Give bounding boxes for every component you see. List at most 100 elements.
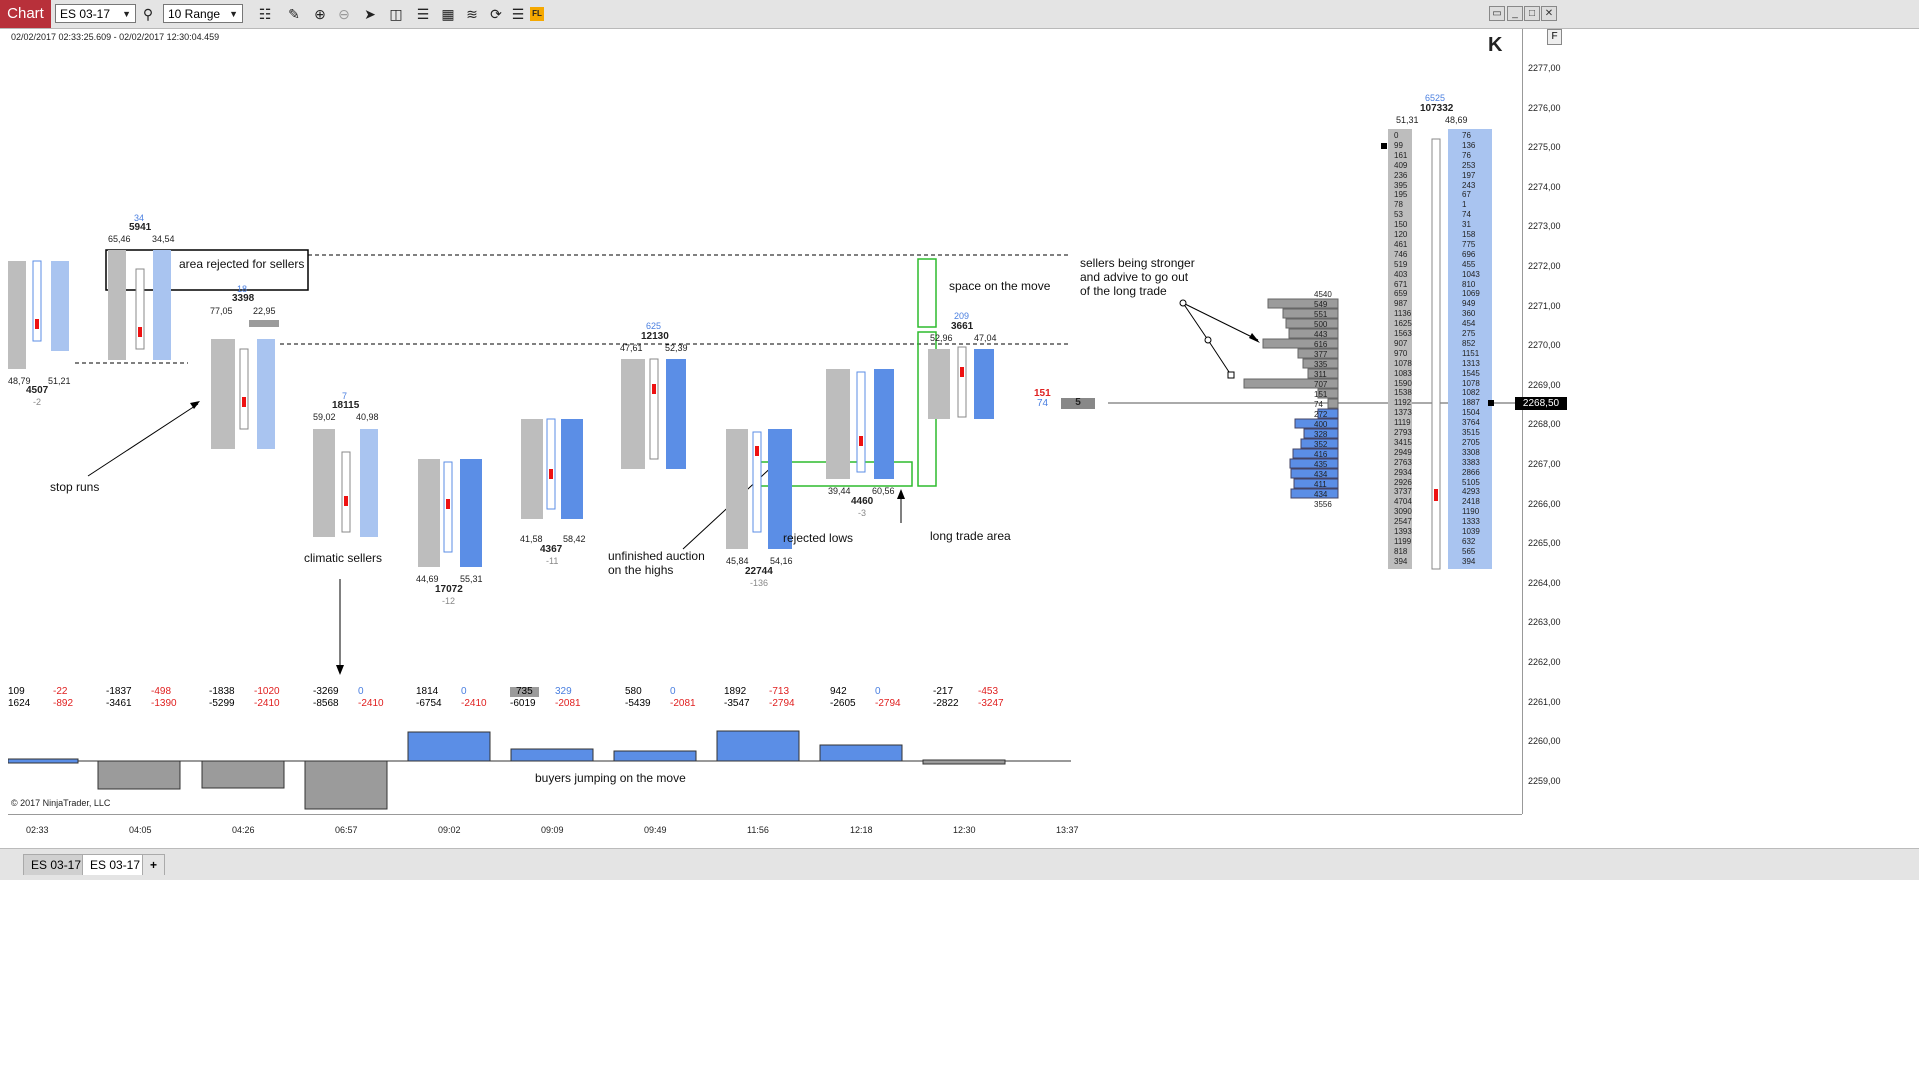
bar-delta: 6525 (1425, 93, 1446, 103)
ladder-ask: 74 (1462, 210, 1471, 220)
window-tile-icon[interactable]: ▭ (1489, 6, 1505, 21)
zoom-in-icon[interactable]: ⊕ (310, 4, 330, 24)
cum-delta-value: -2794 (769, 698, 795, 709)
annotation-stop-runs[interactable]: stop runs (50, 480, 99, 494)
tab-es-03-17[interactable]: ES 03-17 (23, 854, 90, 875)
annotation-climatic-sellers[interactable]: climatic sellers (304, 551, 382, 565)
bar-volume: 18115 (332, 400, 360, 411)
ladder-bid: 2926 (1394, 477, 1412, 487)
ladder-bid: 78 (1394, 200, 1403, 210)
ladder-ask: 852 (1462, 338, 1476, 348)
bar-right-pct: 54,16 (770, 556, 793, 566)
annotation-sellers-stronger[interactable]: sellers being stronger and advive to go … (1080, 256, 1195, 298)
bar-type-select[interactable]: 10 Range ▼ (163, 4, 243, 23)
pointer-icon[interactable]: ➤ (360, 4, 380, 24)
ladder-ask: 454 (1462, 319, 1476, 329)
indicators-icon[interactable]: ≋ (462, 4, 482, 24)
chevron-down-icon: ▼ (122, 9, 131, 19)
properties-icon[interactable]: ☰ (413, 4, 433, 24)
reload-icon[interactable]: ⟳ (486, 4, 506, 24)
last-ask: 74 (1037, 398, 1049, 409)
price-tick-label: 2265,00 (1528, 538, 1561, 549)
cum-delta-value: -498 (151, 686, 172, 697)
ladder-ask: 1504 (1462, 408, 1480, 418)
fl-badge-icon[interactable]: FL (530, 7, 544, 21)
search-icon[interactable]: ⚲ (138, 4, 158, 24)
ladder-ask: 1887 (1462, 398, 1480, 408)
ladder-bid: 1590 (1394, 378, 1412, 388)
ladder-ask: 3764 (1462, 418, 1480, 428)
bar-volume: 4507 (26, 385, 49, 396)
ladder-bid: 409 (1394, 160, 1408, 170)
ladder-bid: 161 (1394, 150, 1408, 160)
add-tab-button[interactable]: + (142, 854, 166, 875)
price-tick-label: 2277,00 (1528, 63, 1561, 73)
cum-delta-value: -2410 (358, 698, 384, 709)
ladder-bid: 403 (1394, 269, 1408, 279)
profile-value: 416 (1314, 450, 1328, 459)
profile-value: 3556 (1314, 500, 1332, 509)
maximize-icon[interactable]: □ (1524, 6, 1540, 21)
annotation-area-rejected[interactable]: area rejected for sellers (179, 257, 304, 271)
bar-left-pct: 45,84 (726, 556, 749, 566)
ladder-bid: 519 (1394, 259, 1408, 269)
list-icon[interactable]: ☰ (508, 4, 528, 24)
ladder-ask: 632 (1462, 536, 1476, 546)
last-size: 5 (1061, 398, 1095, 409)
ladder-bid: 395 (1394, 180, 1408, 190)
bar-right-pct: 48,69 (1445, 115, 1468, 125)
ladder-ask: 696 (1462, 249, 1476, 259)
cum-delta-value: -2410 (254, 698, 280, 709)
volume-bar (819, 744, 903, 762)
current-price-marker: 2268,50 (1515, 397, 1567, 410)
volume-bar (201, 760, 285, 789)
volume-bar (922, 759, 1006, 765)
bar-delta: 625 (646, 321, 662, 331)
ladder-bid: 2547 (1394, 517, 1412, 527)
ladder-ask: 136 (1462, 140, 1476, 150)
zoom-out-icon[interactable]: ⊖ (334, 4, 354, 24)
ladder-bid: 970 (1394, 348, 1408, 358)
bar-chart-icon[interactable]: ☷ (255, 4, 275, 24)
price-tick-label: 2270,00 (1528, 340, 1561, 351)
ladder-ask: 775 (1462, 239, 1476, 249)
ladder-bid: 0 (1394, 131, 1399, 140)
cum-delta-value: 735 (510, 687, 539, 697)
ladder-ask: 31 (1462, 220, 1471, 230)
volume-bar (716, 730, 800, 762)
ladder-ask: 275 (1462, 329, 1476, 338)
ladder-bid: 1078 (1394, 358, 1412, 368)
ladder-ask: 2418 (1462, 497, 1480, 507)
bar-delta: 209 (954, 311, 970, 321)
pencil-icon[interactable]: ✎ (284, 4, 304, 24)
ladder-ask: 1151 (1462, 348, 1480, 358)
time-axis[interactable]: 02:33 04:05 04:26 06:57 09:02 09:09 09:49 11:56… (8, 814, 1522, 847)
bar-right-pct: 55,31 (460, 574, 483, 584)
annotation-buyers-jumping[interactable]: buyers jumping on the move (535, 771, 686, 785)
data-box-icon[interactable]: ◫ (386, 4, 406, 24)
annotation-long-trade-area[interactable]: long trade area (930, 529, 1011, 543)
ladder-ask: 2705 (1462, 437, 1480, 447)
chart-panel[interactable]: 02/02/2017 02:33:25.609 - 02/02/2017 12:… (8, 29, 1522, 814)
annotation-space-on-move[interactable]: space on the move (949, 279, 1050, 293)
ladder-ask: 1190 (1462, 507, 1480, 517)
arrow-stop-runs (87, 403, 199, 477)
profile-value: 434 (1314, 470, 1328, 479)
close-icon[interactable]: ✕ (1541, 6, 1557, 21)
profile-value: 500 (1314, 320, 1328, 329)
instrument-select[interactable]: ES 03-17 ▼ (55, 4, 136, 23)
ladder-bid: 2763 (1394, 457, 1412, 467)
annotation-rejected-lows[interactable]: rejected lows (783, 531, 853, 545)
price-axis[interactable]: 2277,00 2276,00 2275,00 2274,00 2273,00 2272,… (1515, 29, 1568, 814)
ladder-bid: 818 (1394, 546, 1408, 556)
time-tick-label: 13:37 (1056, 825, 1079, 835)
bar-volume: 12130 (641, 331, 669, 342)
arrow-head (336, 665, 344, 675)
annotation-unfinished-auction[interactable]: unfinished auction on the highs (608, 549, 705, 577)
tab-es-03-17-active[interactable]: ES 03-17 (82, 854, 149, 875)
ladder-bid: 671 (1394, 279, 1408, 289)
minimize-icon[interactable]: _ (1507, 6, 1523, 21)
strategies-icon[interactable]: ▦ (438, 4, 458, 24)
f-button[interactable]: F (1547, 29, 1562, 45)
time-tick-label: 11:56 (747, 825, 769, 835)
